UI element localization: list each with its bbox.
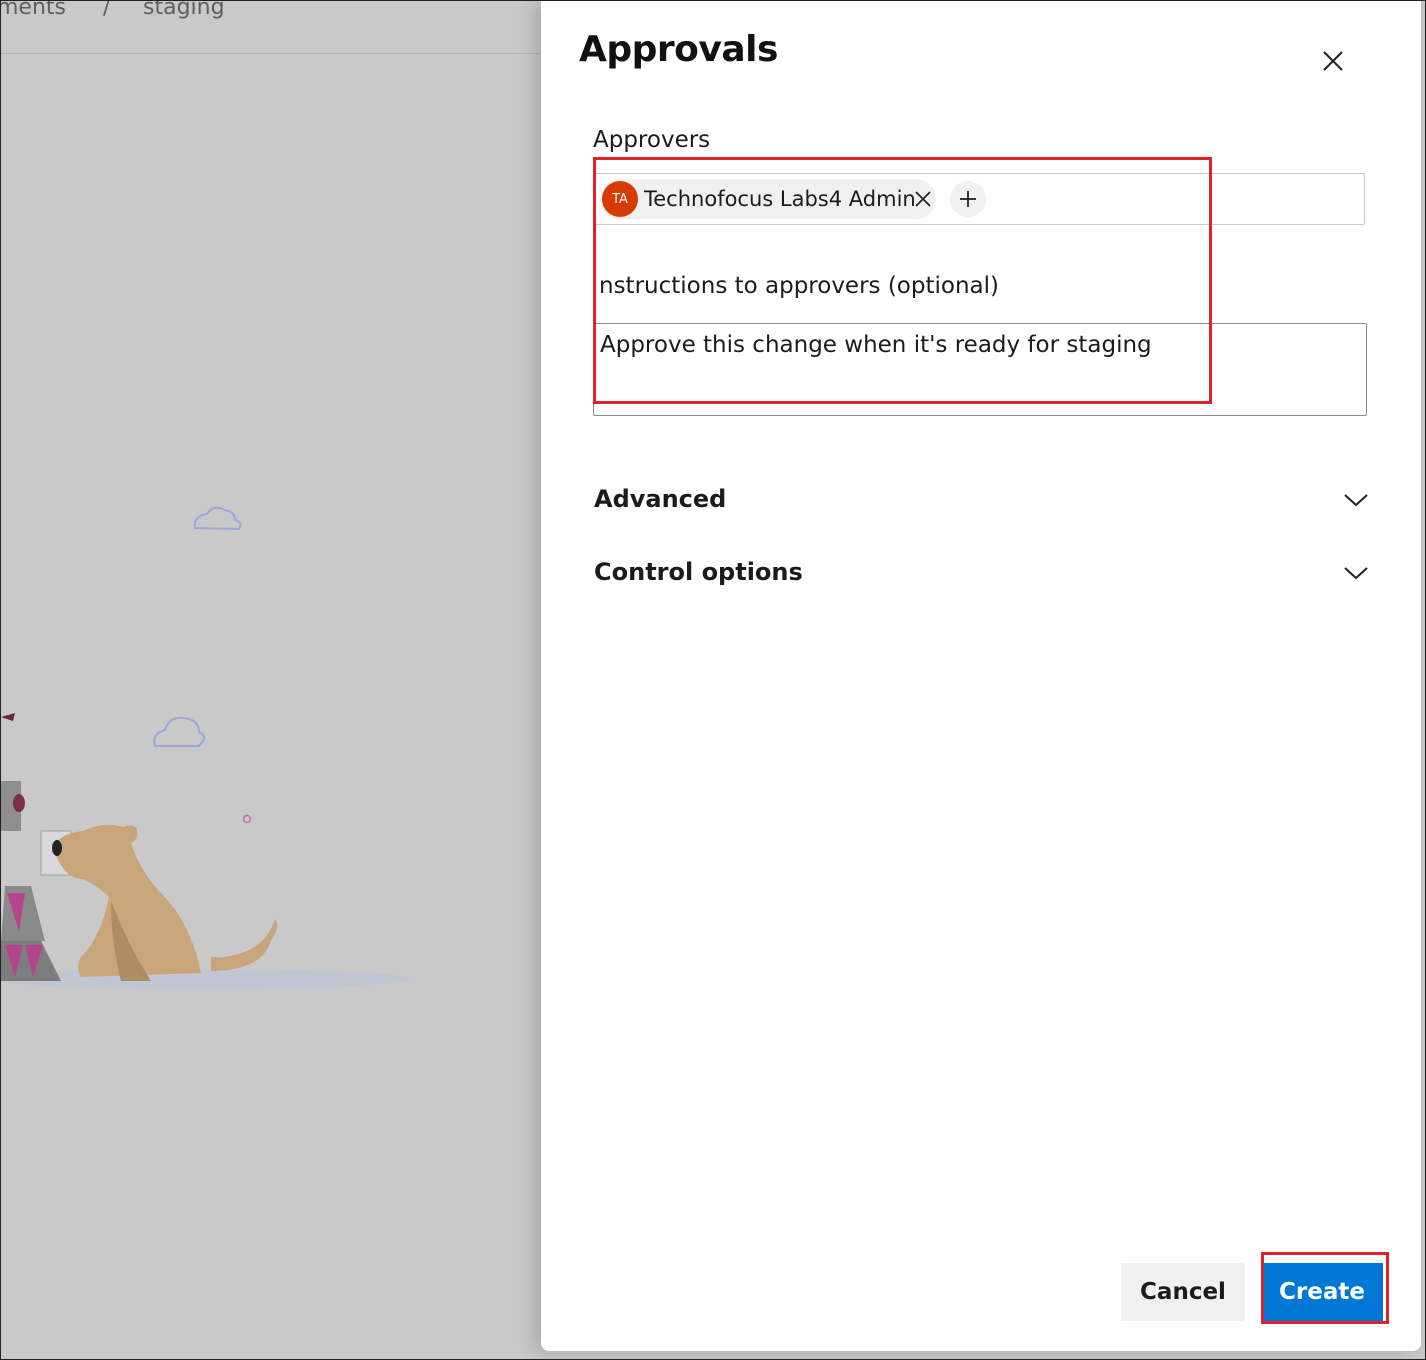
screen: ments / staging Approvals Approvers TA T… [0, 0, 1426, 1360]
breadcrumb: ments / staging [1, 1, 541, 54]
close-button[interactable] [1311, 41, 1355, 81]
breadcrumb-separator: / [103, 0, 111, 20]
avatar: TA [602, 181, 638, 217]
close-icon [1323, 51, 1343, 71]
approvals-panel: Approvals Approvers TA Technofocus Labs4… [541, 1, 1421, 1351]
instructions-label: nstructions to approvers (optional) [599, 273, 999, 299]
cloud-icon [153, 716, 205, 747]
chevron-down-icon [1344, 494, 1368, 507]
plus-icon [960, 191, 976, 207]
approvers-picker[interactable]: TA Technofocus Labs4 Admin [593, 173, 1365, 225]
breadcrumb-item-environments[interactable]: ments [1, 1, 66, 20]
panel-title: Approvals [579, 29, 778, 70]
remove-approver-icon[interactable] [912, 188, 934, 210]
instructions-textarea[interactable]: Approve this change when it's ready for … [593, 323, 1367, 416]
cloud-icon [193, 506, 242, 531]
add-approver-button[interactable] [950, 181, 986, 217]
control-options-label: Control options [594, 558, 803, 586]
breadcrumb-item-staging[interactable]: staging [143, 1, 225, 20]
approver-name: Technofocus Labs4 Admin [644, 187, 916, 211]
instructions-value: Approve this change when it's ready for … [600, 332, 1152, 358]
advanced-label: Advanced [594, 485, 727, 513]
approver-chip[interactable]: TA Technofocus Labs4 Admin [600, 179, 936, 219]
empty-state-illustration [1, 506, 411, 989]
cancel-button[interactable]: Cancel [1121, 1263, 1245, 1321]
advanced-section-toggle[interactable]: Advanced [594, 481, 1369, 521]
chevron-down-icon [1344, 567, 1368, 580]
approvers-label: Approvers [593, 127, 711, 153]
create-button[interactable]: Create [1261, 1263, 1383, 1321]
control-options-section-toggle[interactable]: Control options [594, 554, 1369, 594]
